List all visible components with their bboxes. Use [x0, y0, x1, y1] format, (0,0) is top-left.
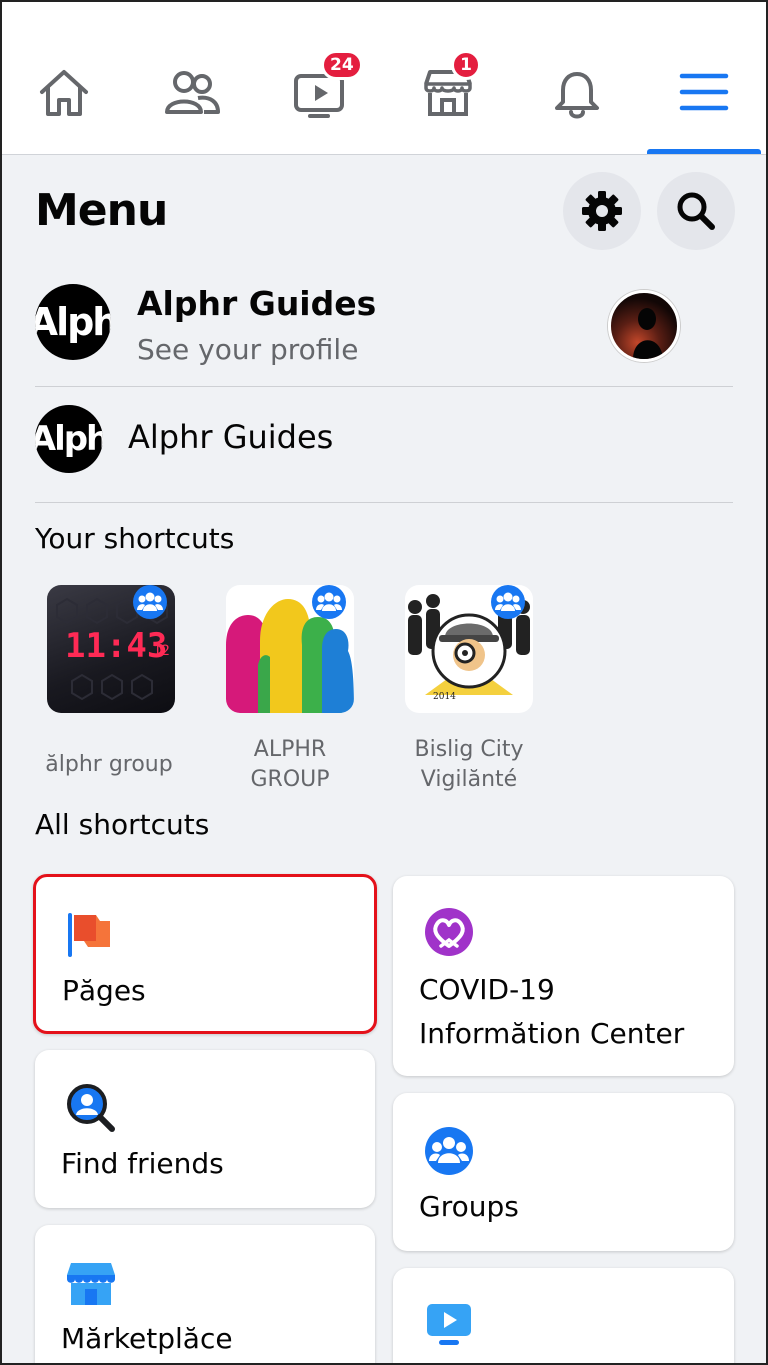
card-label: Find friends [61, 1147, 224, 1180]
groups-icon [133, 585, 167, 619]
your-shortcuts-title: Your shortcuts [35, 522, 235, 555]
shortcut-label[interactable]: ALPHR GROUP [200, 735, 380, 795]
marketplace-badge: 1 [451, 50, 481, 80]
bell-icon [555, 72, 599, 119]
shortcut-label-text: Bislig City Vigilănté [414, 737, 524, 792]
groups-card[interactable]: Groups [393, 1093, 734, 1251]
card-label: COVID-19 Informătion Center [419, 973, 685, 1050]
page-title: Menu [35, 185, 168, 236]
card-label: Păges [62, 974, 146, 1007]
profile-name[interactable]: Alphr Guides [137, 284, 376, 323]
watch-badge: 24 [321, 50, 363, 80]
card-label: Mărketplăce [61, 1322, 233, 1355]
avatar-logo-text: Alph [35, 300, 111, 344]
covid-info-card[interactable]: COVID-19 Informătion Center [393, 876, 734, 1076]
nav-menu[interactable] [659, 62, 749, 142]
friends-icon [165, 71, 220, 114]
marketplace-store-icon [67, 1263, 115, 1305]
group-badge [491, 585, 641, 623]
video-icon [427, 1304, 471, 1345]
pages-card[interactable]: Păges [33, 874, 377, 1034]
marketplace-card[interactable]: Mărketplăce [35, 1225, 375, 1365]
page-name[interactable]: Alphr Guides [128, 418, 333, 456]
profile-avatar[interactable]: Alph [35, 284, 111, 360]
clock-digits: 11:43 [65, 626, 167, 666]
gear-icon [582, 191, 622, 231]
active-tab-indicator [647, 149, 761, 154]
find-friends-icon [67, 1084, 115, 1132]
account-switcher-avatar[interactable] [608, 290, 680, 362]
search-icon [677, 192, 715, 230]
nav-home[interactable] [19, 62, 109, 142]
settings-button[interactable] [563, 172, 641, 250]
page-avatar-logo-text: Alph [35, 419, 103, 459]
hamburger-icon [679, 73, 729, 111]
video-card[interactable] [393, 1268, 734, 1365]
groups-icon [491, 585, 525, 619]
groups-icon [425, 1127, 473, 1175]
card-label: Groups [419, 1190, 519, 1223]
shortcut-label[interactable]: ălphr group [19, 750, 199, 780]
find-friends-card[interactable]: Find friends [35, 1050, 375, 1208]
svg-text:2014: 2014 [433, 692, 456, 702]
nav-notifications[interactable] [532, 62, 622, 142]
divider [35, 386, 733, 387]
see-profile-link[interactable]: See your profile [137, 333, 358, 366]
page-avatar[interactable]: Alph [35, 405, 103, 473]
flag-icon [68, 913, 110, 957]
top-navigation-bar: 24 1 [0, 0, 768, 155]
search-button[interactable] [657, 172, 735, 250]
nav-friends[interactable] [147, 62, 237, 142]
nav-marketplace[interactable]: 1 [403, 50, 493, 142]
shortcut-label-text: ALPHR GROUP [250, 737, 330, 792]
groups-icon [312, 585, 346, 619]
covid-heart-icon [425, 908, 473, 956]
clock-seconds: 12 [153, 643, 170, 659]
divider [35, 502, 733, 503]
home-icon [40, 70, 88, 116]
nav-watch[interactable]: 24 [275, 50, 365, 142]
person-silhouette-icon [633, 308, 663, 359]
all-shortcuts-title: All shortcuts [35, 808, 210, 841]
shortcut-label[interactable]: Bislig City Vigilănté [379, 735, 559, 795]
